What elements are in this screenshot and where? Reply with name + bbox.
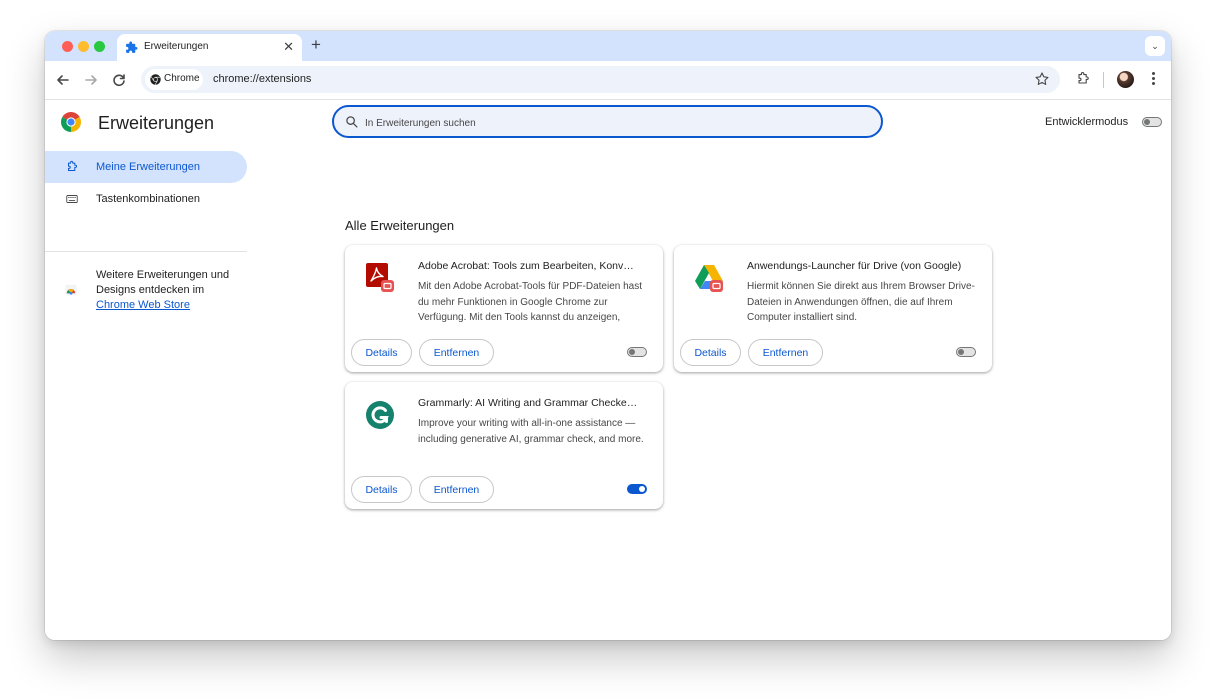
chrome-web-store-icon [65, 284, 77, 295]
toolbar-divider [1103, 72, 1104, 88]
bookmark-star-icon[interactable] [1034, 71, 1050, 87]
search-input[interactable] [363, 114, 867, 132]
extension-puzzle-icon [68, 160, 78, 171]
remove-button[interactable]: Entfernen [419, 476, 494, 503]
tab-strip: Erweiterungen ✕ + ⌄ [45, 31, 1171, 61]
site-info-chip[interactable]: Chrome [145, 69, 203, 90]
extension-name: Anwendungs-Launcher für Drive (von Googl… [747, 260, 962, 272]
tab-extensions[interactable]: Erweiterungen ✕ [117, 34, 302, 61]
address-bar[interactable]: Chrome chrome://extensions [141, 66, 1060, 93]
close-window-button[interactable] [62, 41, 73, 52]
sidebar-divider [45, 251, 247, 252]
extension-puzzle-icon [126, 41, 138, 53]
chrome-web-store-link[interactable]: Chrome Web Store [96, 299, 190, 311]
sidebar-item-my-extensions[interactable]: Meine Erweiterungen [45, 151, 247, 183]
profile-avatar[interactable] [1117, 71, 1134, 88]
browser-toolbar: Chrome chrome://extensions [45, 61, 1171, 100]
details-button[interactable]: Details [680, 339, 741, 366]
sidebar-item-label: Tastenkombinationen [96, 193, 200, 205]
remove-button[interactable]: Entfernen [419, 339, 494, 366]
section-title: Alle Erweiterungen [345, 218, 455, 233]
tab-search-button[interactable]: ⌄ [1145, 36, 1165, 56]
extension-card: Grammarly: AI Writing and Grammar Checke… [345, 382, 663, 509]
web-store-promo: Weitere Erweiterungen und Designs entdec… [96, 268, 246, 313]
developer-mode-toggle[interactable] [1142, 117, 1162, 127]
zoom-window-button[interactable] [94, 41, 105, 52]
extension-enable-toggle[interactable] [627, 347, 647, 357]
extension-name: Grammarly: AI Writing and Grammar Checke… [418, 397, 638, 409]
keyboard-icon [66, 195, 78, 203]
back-arrow-icon[interactable] [53, 70, 73, 90]
extension-name: Adobe Acrobat: Tools zum Bearbeiten, Kon… [418, 260, 634, 272]
extension-card: Anwendungs-Launcher für Drive (von Googl… [674, 245, 992, 372]
sidebar-item-label: Meine Erweiterungen [96, 161, 200, 173]
url-text: chrome://extensions [213, 73, 312, 85]
remove-button[interactable]: Entfernen [748, 339, 823, 366]
details-button[interactable]: Details [351, 476, 412, 503]
extension-enable-toggle[interactable] [956, 347, 976, 357]
search-icon [346, 116, 358, 128]
chrome-logo-icon [150, 74, 161, 85]
close-tab-icon[interactable]: ✕ [283, 39, 294, 55]
adobe-acrobat-icon [366, 263, 394, 292]
extension-enable-toggle[interactable] [627, 484, 647, 494]
chrome-logo-icon [61, 112, 81, 132]
google-drive-icon [695, 265, 723, 292]
extension-description: Hiermit können Sie direkt aus Ihrem Brow… [747, 281, 975, 323]
extension-card: Adobe Acrobat: Tools zum Bearbeiten, Kon… [345, 245, 663, 372]
extensions-page: Erweiterungen Entwicklermodus Meine Erwe… [45, 100, 1171, 640]
details-button[interactable]: Details [351, 339, 412, 366]
developer-mode-label: Entwicklermodus [1045, 116, 1129, 128]
page-title: Erweiterungen [98, 113, 215, 133]
forward-arrow-icon[interactable] [81, 70, 101, 90]
reload-icon[interactable] [109, 70, 129, 90]
web-store-promo-text: Weitere Erweiterungen und Designs entdec… [96, 269, 230, 296]
browser-window: Erweiterungen ✕ + ⌄ Chrome chrome://exte… [45, 31, 1171, 640]
browser-menu-icon[interactable] [1148, 70, 1158, 90]
minimize-window-button[interactable] [78, 41, 89, 52]
tab-title: Erweiterungen [144, 41, 209, 52]
extension-description: Improve your writing with all-in-one ass… [418, 418, 644, 445]
search-bar[interactable] [332, 105, 883, 138]
extension-description: Mit den Adobe Acrobat-Tools für PDF-Date… [418, 281, 643, 323]
sidebar-item-shortcuts[interactable]: Tastenkombinationen [45, 183, 247, 215]
new-tab-button[interactable]: + [311, 35, 321, 55]
extensions-menu-icon[interactable] [1075, 69, 1091, 89]
site-chip-label: Chrome [164, 73, 200, 84]
grammarly-icon [366, 401, 394, 429]
